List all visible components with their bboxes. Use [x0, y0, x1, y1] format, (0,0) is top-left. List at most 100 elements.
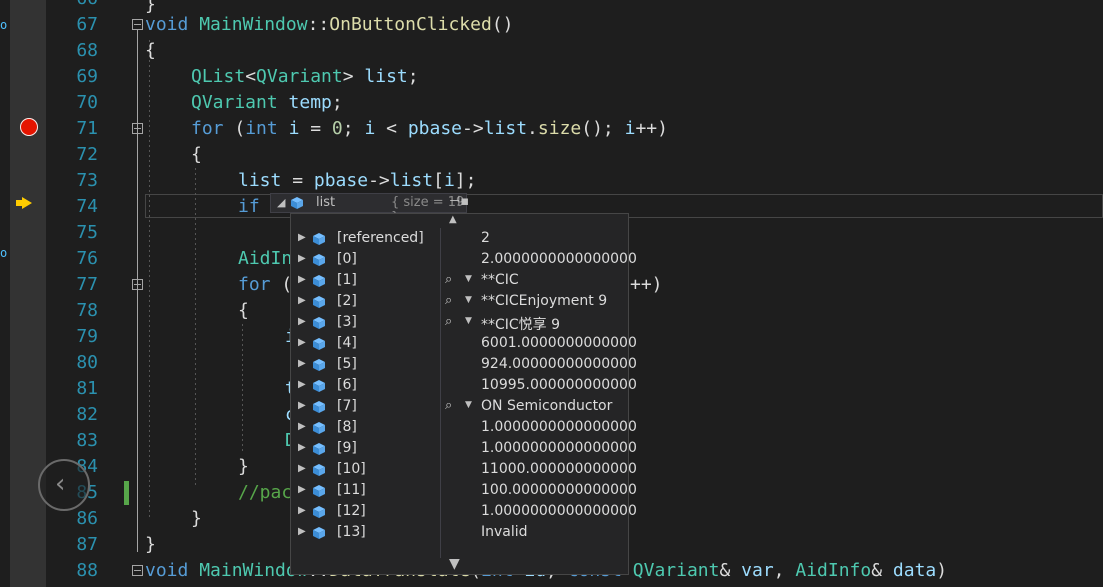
chevron-down-icon[interactable]: ▼ [465, 295, 472, 305]
datatip-row-name: [13] [337, 524, 366, 540]
magnifier-icon[interactable]: ⌕ [445, 314, 452, 329]
datatip-row-value[interactable]: 6001.0000000000000 [481, 335, 637, 351]
line-number: 77 [76, 274, 98, 295]
datatip-row[interactable]: ▶ [7] ⌕ ▼ ON Semiconductor [291, 397, 628, 418]
variable-cube-icon [313, 296, 325, 308]
datatip-row-value[interactable]: 11000.000000000000 [481, 461, 637, 477]
code-line-74: if [238, 196, 260, 217]
collapse-arrow-icon[interactable]: ◢ [277, 196, 285, 209]
datatip-row[interactable]: ▶ [13] Invalid [291, 523, 628, 544]
glyph-margin[interactable] [10, 0, 46, 587]
datatip-row-name: [0] [337, 251, 357, 267]
variable-cube-icon [313, 380, 325, 392]
expand-arrow-icon[interactable]: ▶ [298, 400, 306, 411]
line-number: 68 [76, 40, 98, 61]
scroll-up-icon[interactable]: ▲ [449, 214, 457, 225]
line-number: 73 [76, 170, 98, 191]
magnifier-icon[interactable]: ⌕ [445, 398, 452, 413]
expand-arrow-icon[interactable]: ▶ [298, 379, 306, 390]
datatip-row[interactable]: ▶ [9] 1.0000000000000000 [291, 439, 637, 460]
datatip-header[interactable]: ◢ list { size = 19 } ⊣▪ [270, 193, 469, 225]
datatip-row[interactable]: ▶ [6] 10995.000000000000 [291, 376, 637, 397]
indent-guide [195, 168, 196, 488]
expand-arrow-icon[interactable]: ▶ [298, 505, 306, 516]
datatip-row-value[interactable]: 100.00000000000000 [481, 482, 637, 498]
left-edge-strip: o o [0, 0, 10, 587]
datatip-row[interactable]: ▶ [10] 11000.000000000000 [291, 460, 637, 481]
expand-arrow-icon[interactable]: ▶ [298, 253, 306, 264]
collapse-icon[interactable] [132, 565, 143, 576]
line-number: 80 [76, 352, 98, 373]
code-line-69: QList<QVariant> list; [191, 66, 419, 87]
line-number: 88 [76, 560, 98, 581]
datatip-row-value[interactable]: ON Semiconductor [481, 398, 612, 414]
expand-arrow-icon[interactable]: ▶ [298, 358, 306, 369]
variable-cube-icon [313, 422, 325, 434]
datatip-row-name: [12] [337, 503, 366, 519]
datatip-row[interactable]: ▶ [4] 6001.0000000000000 [291, 334, 637, 355]
datatip-row[interactable]: ▶ [1] ⌕ ▼ **CIC [291, 271, 628, 292]
datatip-row[interactable]: ▶ [0] 2.0000000000000000 [291, 250, 637, 271]
expand-arrow-icon[interactable]: ▶ [298, 484, 306, 495]
datatip-row[interactable]: ▶ [referenced] 2 [291, 229, 628, 250]
variable-cube-icon [291, 197, 303, 209]
datatip-row-value[interactable]: **CIC悦享 9 [481, 314, 560, 334]
line-number: 66 [46, 0, 98, 12]
datatip-row-name: [7] [337, 398, 357, 414]
datatip-row-value[interactable]: 2 [481, 230, 490, 246]
datatip-row-value[interactable]: **CICEnjoyment 9 [481, 293, 607, 309]
expand-arrow-icon[interactable]: ▶ [298, 442, 306, 453]
code-line-78: { [238, 300, 249, 321]
chevron-down-icon[interactable]: ▼ [465, 274, 472, 284]
line-number: 86 [76, 508, 98, 529]
code-line-77: for ( [238, 274, 293, 295]
code-line-84: } [238, 456, 249, 477]
expand-arrow-icon[interactable]: ▶ [298, 232, 306, 243]
line-number: 72 [76, 144, 98, 165]
variable-cube-icon [313, 233, 325, 245]
datatip-row[interactable]: ▶ [2] ⌕ ▼ **CICEnjoyment 9 [291, 292, 628, 313]
line-number: 87 [76, 534, 98, 555]
datatip-row-value[interactable]: **CIC [481, 272, 519, 288]
datatip-row-value[interactable]: 10995.000000000000 [481, 377, 637, 393]
variable-cube-icon [313, 443, 325, 455]
datatip-row-value[interactable]: 1.0000000000000000 [481, 419, 637, 435]
expand-arrow-icon[interactable]: ▶ [298, 421, 306, 432]
line-number: 67 [76, 14, 98, 35]
chevron-down-icon[interactable]: ▼ [465, 316, 472, 326]
expand-arrow-icon[interactable]: ▶ [298, 526, 306, 537]
expand-arrow-icon[interactable]: ▶ [298, 316, 306, 327]
datatip-row[interactable]: ▶ [3] ⌕ ▼ **CIC悦享 9 [291, 313, 628, 334]
magnifier-icon[interactable]: ⌕ [445, 293, 452, 308]
datatip-expanded-panel[interactable]: ▲ ▼ ▶ [referenced] 2 ▶ [0] 2.0000000000000000… [290, 213, 637, 575]
expand-arrow-icon[interactable]: ▶ [298, 463, 306, 474]
pin-icon[interactable]: ⊣▪ [449, 194, 469, 209]
datatip-row-value[interactable]: Invalid [481, 524, 528, 540]
datatip-row[interactable]: ▶ [8] 1.0000000000000000 [291, 418, 637, 439]
variable-cube-icon [313, 401, 325, 413]
datatip-row[interactable]: ▶ [5] 924.00000000000000 [291, 355, 637, 376]
line-number: 83 [76, 430, 98, 451]
datatip-row-value[interactable]: 1.0000000000000000 [481, 503, 637, 519]
expand-arrow-icon[interactable]: ▶ [298, 274, 306, 285]
chevron-down-icon[interactable]: ▼ [465, 400, 472, 410]
back-navigation-button[interactable]: ‹ [38, 459, 90, 511]
expand-arrow-icon[interactable]: ▶ [298, 337, 306, 348]
datatip-row-value[interactable]: 1.0000000000000000 [481, 440, 637, 456]
code-line-77-tail: ++) [630, 274, 663, 295]
breakpoint-icon[interactable] [20, 118, 38, 136]
instruction-pointer-icon[interactable] [16, 197, 32, 209]
magnifier-icon[interactable]: ⌕ [445, 272, 452, 287]
datatip-row-name: [1] [337, 272, 357, 288]
collapse-icon[interactable] [132, 19, 143, 30]
change-tracking-bar [124, 481, 129, 505]
line-number: 70 [76, 92, 98, 113]
datatip-row[interactable]: ▶ [11] 100.00000000000000 [291, 481, 637, 502]
scroll-down-icon[interactable]: ▼ [449, 556, 460, 572]
datatip-row-name: [3] [337, 314, 357, 330]
datatip-row[interactable]: ▶ [12] 1.0000000000000000 [291, 502, 637, 523]
code-line-68: { [145, 40, 156, 61]
datatip-row-value[interactable]: 2.0000000000000000 [481, 251, 637, 267]
expand-arrow-icon[interactable]: ▶ [298, 295, 306, 306]
datatip-row-value[interactable]: 924.00000000000000 [481, 356, 637, 372]
